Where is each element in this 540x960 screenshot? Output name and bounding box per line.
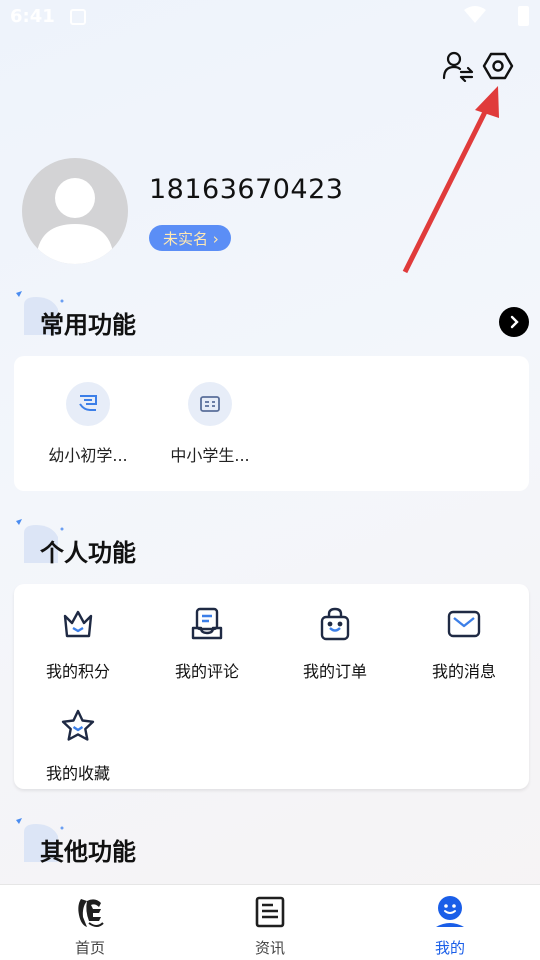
nav-item-news[interactable]: 资讯: [210, 895, 330, 958]
hand-book-icon: [79, 395, 97, 411]
news-icon: [255, 896, 285, 928]
personal-item-points[interactable]: 我的积分: [14, 606, 142, 682]
common-functions-card: 幼小初学... 中小学生...: [14, 356, 529, 491]
shopping-bag-icon: [320, 607, 350, 641]
personal-item-favorites[interactable]: 我的收藏: [14, 708, 142, 784]
id-card-icon: [200, 396, 220, 412]
star-icon: [61, 709, 95, 741]
nav-label: 首页: [74, 939, 105, 957]
nav-label: 资讯: [254, 939, 285, 957]
personal-item-label: 我的订单: [302, 662, 367, 681]
nav-item-home[interactable]: 首页: [30, 895, 150, 958]
personal-item-label: 我的收藏: [45, 764, 110, 783]
bottom-nav: 首页 资讯 我的: [0, 884, 540, 960]
verify-label: 未实名 ›: [163, 229, 219, 248]
section-title-personal: 个人功能: [14, 519, 136, 568]
settings-button[interactable]: [480, 48, 516, 84]
chevron-right-icon: [510, 315, 519, 329]
personal-item-comments[interactable]: 我的评论: [143, 606, 271, 682]
more-common-button[interactable]: [499, 307, 529, 337]
wifi-icon: [464, 6, 486, 23]
nav-label: 我的: [434, 939, 465, 957]
switch-account-icon: [442, 51, 474, 82]
common-item-label: 幼小初学...: [48, 446, 128, 465]
phone-number: 18163670423: [149, 174, 344, 205]
section-title-common: 常用功能: [14, 291, 136, 340]
settings-hexagon-icon: [482, 52, 514, 80]
mail-icon: [447, 610, 481, 638]
battery-icon: [518, 6, 529, 26]
personal-item-label: 我的积分: [45, 662, 110, 681]
personal-item-messages[interactable]: 我的消息: [400, 606, 528, 682]
section-title-other: 其他功能: [14, 818, 136, 867]
annotation-arrow: [402, 86, 499, 274]
personal-item-label: 我的消息: [431, 662, 496, 681]
personal-item-orders[interactable]: 我的订单: [271, 606, 399, 682]
notification-icon: [70, 9, 86, 25]
nav-item-mine[interactable]: 我的: [390, 895, 510, 958]
comment-tray-icon: [191, 607, 223, 640]
switch-account-button[interactable]: [440, 48, 476, 84]
profile-face-icon: [436, 896, 464, 927]
avatar[interactable]: [22, 158, 128, 264]
common-item-1[interactable]: 幼小初学...: [28, 382, 148, 466]
status-bar: 6:41: [0, 0, 540, 36]
personal-functions-card: 我的积分 我的评论 我的订单 我的消息 我的收藏: [14, 584, 529, 789]
status-time: 6:41: [10, 6, 55, 27]
verify-badge[interactable]: 未实名 ›: [149, 225, 231, 251]
crown-icon: [63, 610, 93, 638]
common-item-label: 中小学生...: [170, 446, 250, 465]
home-logo-icon: [78, 899, 104, 927]
default-avatar-icon: [36, 178, 114, 264]
personal-item-label: 我的评论: [174, 662, 239, 681]
common-item-2[interactable]: 中小学生...: [150, 382, 270, 466]
